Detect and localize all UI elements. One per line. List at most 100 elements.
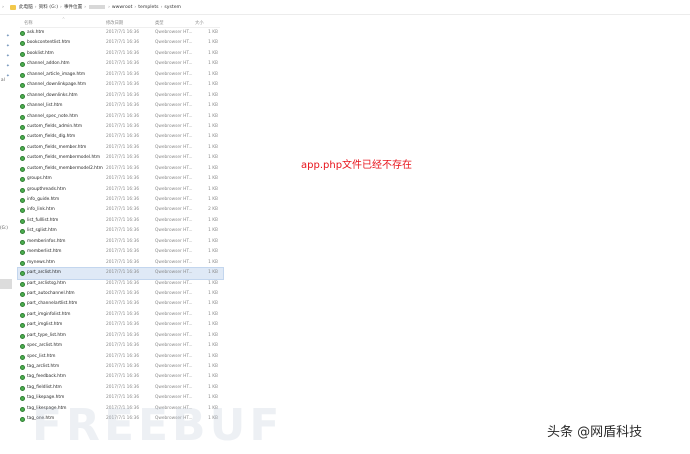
file-size: 1 KB bbox=[208, 103, 218, 109]
file-size: 1 KB bbox=[208, 249, 218, 255]
file-row[interactable]: channel_downlinks.htm 2017/7/1 16:36 Qwebr… bbox=[18, 91, 223, 101]
file-row[interactable]: channel_article_image.htm 2017/7/1 16:36 Q… bbox=[18, 70, 223, 80]
file-row[interactable]: tag_arclist.htm 2017/7/1 16:36 Qwebrowser … bbox=[18, 362, 223, 372]
file-row[interactable]: part_imginfolist.htm 2017/7/1 16:36 Qwebro… bbox=[18, 310, 223, 320]
file-row[interactable]: info_link.htm 2017/7/1 16:36 Qwebrowser HT… bbox=[18, 205, 223, 215]
file-size: 1 KB bbox=[208, 82, 218, 88]
file-row[interactable]: channel_addon.htm 2017/7/1 16:36 Qwebrowse… bbox=[18, 59, 223, 69]
file-name: part_type_list.htm bbox=[27, 332, 66, 338]
sort-chevron-icon[interactable]: ^ bbox=[62, 17, 65, 21]
file-row[interactable]: groupthreads.htm 2017/7/1 16:36 Qwebrowser… bbox=[18, 185, 223, 195]
file-row[interactable]: spec_list.htm 2017/7/1 16:36 Qwebrowser HT… bbox=[18, 352, 223, 362]
html-file-icon bbox=[20, 396, 25, 402]
html-file-icon bbox=[20, 302, 25, 308]
file-row[interactable]: bookcontentlist.htm 2017/7/1 16:36 Qwebrow… bbox=[18, 38, 223, 48]
pin-icon[interactable]: ✦ bbox=[6, 54, 10, 59]
file-date: 2017/7/1 16:36 bbox=[106, 374, 140, 380]
file-row[interactable]: channel_spec_note.htm 2017/7/1 16:36 Qwebr… bbox=[18, 112, 223, 122]
breadcrumb-templets[interactable]: templets bbox=[138, 5, 158, 10]
file-row[interactable]: groups.htm 2017/7/1 16:36 Qwebrowser HT...… bbox=[18, 174, 223, 184]
nav-drive-label[interactable]: (G:) bbox=[0, 225, 8, 230]
pin-icon[interactable]: ✦ bbox=[6, 64, 10, 69]
file-row[interactable]: memberinfos.htm 2017/7/1 16:36 Qwebrowser … bbox=[18, 237, 223, 247]
html-file-icon bbox=[20, 72, 25, 78]
file-row[interactable]: mynews.htm 2017/7/1 16:36 Qwebrowser HT...… bbox=[18, 258, 223, 268]
file-row[interactable]: part_autochannel.htm 2017/7/1 16:36 Qwebro… bbox=[18, 289, 223, 299]
file-size: 1 KB bbox=[208, 71, 218, 77]
file-name: spec_arclist.htm bbox=[27, 343, 63, 349]
file-row[interactable]: list_sglist.htm 2017/7/1 16:36 Qwebrowser … bbox=[18, 226, 223, 236]
file-row[interactable]: ask.htm 2017/7/1 16:36 Qwebrowser HT... 1 K… bbox=[18, 28, 223, 38]
html-file-icon bbox=[20, 312, 25, 318]
column-date[interactable]: 修改日期 bbox=[106, 20, 123, 26]
nav-label[interactable]: al bbox=[1, 77, 5, 82]
file-row[interactable]: tag_fieldlist.htm 2017/7/1 16:36 Qwebrowse… bbox=[18, 383, 223, 393]
file-row[interactable]: part_arclistsg.htm 2017/7/1 16:36 Qwebrows… bbox=[18, 279, 223, 289]
file-row[interactable]: part_arclist.htm 2017/7/1 16:36 Qwebrowser… bbox=[17, 267, 224, 280]
address-bar[interactable]: › 此电脑 › 资料 (G:) › 事件位置 › › wwwroot › tem… bbox=[0, 0, 690, 15]
file-date: 2017/7/1 16:36 bbox=[106, 238, 140, 244]
breadcrumb-separator-icon: › bbox=[160, 4, 163, 10]
file-row[interactable]: memberlist.htm 2017/7/1 16:36 Qwebrowser H… bbox=[18, 247, 223, 257]
pin-icon[interactable]: ✦ bbox=[6, 34, 10, 39]
file-row[interactable]: custom_fields_membermodel2.htm 2017/7/1 1… bbox=[18, 164, 223, 174]
file-row[interactable]: part_type_list.htm 2017/7/1 16:36 Qwebrows… bbox=[18, 331, 223, 341]
html-file-icon bbox=[20, 271, 25, 277]
file-size: 1 KB bbox=[208, 176, 218, 182]
file-row[interactable]: spec_arclist.htm 2017/7/1 16:36 Qwebrowser… bbox=[18, 341, 223, 351]
file-row[interactable]: info_guide.htm 2017/7/1 16:36 Qwebrowser H… bbox=[18, 195, 223, 205]
nav-selected-item[interactable] bbox=[0, 279, 12, 289]
breadcrumb-wwwroot[interactable]: wwwroot bbox=[112, 5, 132, 10]
file-row[interactable]: custom_fields_member.htm 2017/7/1 16:36 Qw… bbox=[18, 143, 223, 153]
file-row[interactable]: channel_downlinkpage.htm 2017/7/1 16:36 Qw… bbox=[18, 80, 223, 90]
file-type: Qwebrowser HT... bbox=[155, 353, 193, 359]
breadcrumb-drive[interactable]: 资料 (G:) bbox=[39, 4, 58, 10]
file-size: 1 KB bbox=[208, 92, 218, 98]
column-type[interactable]: 类型 bbox=[155, 20, 164, 26]
author-watermark: 头条 @网盾科技 bbox=[547, 425, 643, 440]
file-type: Qwebrowser HT... bbox=[155, 155, 193, 161]
file-row[interactable]: channel_list.htm 2017/7/1 16:36 Qwebrowser… bbox=[18, 101, 223, 111]
html-file-icon bbox=[20, 260, 25, 266]
html-file-icon bbox=[20, 145, 25, 151]
file-row[interactable]: custom_fields_membermodel.htm 2017/7/1 16… bbox=[18, 153, 223, 163]
file-name: info_guide.htm bbox=[27, 197, 60, 202]
file-list: ask.htm 2017/7/1 16:36 Qwebrowser HT... 1 K… bbox=[17, 28, 224, 425]
file-row[interactable]: tag_feedback.htm 2017/7/1 16:36 Qwebrowser… bbox=[18, 372, 223, 382]
column-size[interactable]: 大小 bbox=[195, 20, 204, 26]
file-type: Qwebrowser HT... bbox=[155, 384, 193, 390]
column-name[interactable]: 名称 bbox=[24, 20, 33, 26]
file-name: memberinfos.htm bbox=[27, 238, 66, 244]
file-size: 1 KB bbox=[208, 228, 218, 234]
file-row[interactable]: part_channelartlist.htm 2017/7/1 16:36 Qwe… bbox=[18, 299, 223, 309]
file-size: 1 KB bbox=[208, 343, 218, 349]
html-file-icon bbox=[20, 51, 25, 57]
file-type: Qwebrowser HT... bbox=[155, 301, 193, 307]
html-file-icon bbox=[20, 291, 25, 297]
html-file-icon bbox=[20, 208, 25, 214]
pin-icon[interactable]: ✦ bbox=[6, 44, 10, 49]
file-name: list_fulllist.htm bbox=[27, 217, 59, 223]
up-arrow-icon[interactable]: › bbox=[0, 5, 6, 10]
file-row[interactable]: custom_fields_dlg.htm 2017/7/1 16:36 Qwebr… bbox=[18, 132, 223, 142]
file-date: 2017/7/1 16:36 bbox=[106, 353, 140, 359]
file-size: 1 KB bbox=[208, 364, 218, 369]
file-row[interactable]: list_fulllist.htm 2017/7/1 16:36 Qwebrowse… bbox=[18, 216, 223, 226]
html-file-icon bbox=[20, 62, 25, 68]
html-file-icon bbox=[20, 124, 25, 130]
freebuf-watermark: FREEBUF bbox=[32, 400, 284, 451]
file-date: 2017/7/1 16:36 bbox=[106, 311, 140, 317]
file-row[interactable]: booklist.htm 2017/7/1 16:36 Qwebrowser HT.… bbox=[18, 49, 223, 59]
pin-icon[interactable]: ✦ bbox=[6, 74, 10, 79]
file-name: part_imglist.htm bbox=[27, 322, 63, 328]
html-file-icon bbox=[20, 41, 25, 47]
file-row[interactable]: part_imglist.htm 2017/7/1 16:36 Qwebrowser… bbox=[18, 320, 223, 330]
file-row[interactable]: custom_fields_admin.htm 2017/7/1 16:36 Qwe… bbox=[18, 122, 223, 132]
file-date: 2017/7/1 16:36 bbox=[106, 259, 140, 265]
breadcrumb-system[interactable]: system bbox=[164, 5, 181, 10]
file-date: 2017/7/1 16:36 bbox=[106, 280, 140, 286]
file-date: 2017/7/1 16:36 bbox=[106, 290, 140, 296]
html-file-icon bbox=[20, 104, 25, 110]
breadcrumb-this-pc[interactable]: 此电脑 bbox=[19, 4, 33, 10]
breadcrumb-folder[interactable]: 事件位置 bbox=[64, 4, 82, 10]
